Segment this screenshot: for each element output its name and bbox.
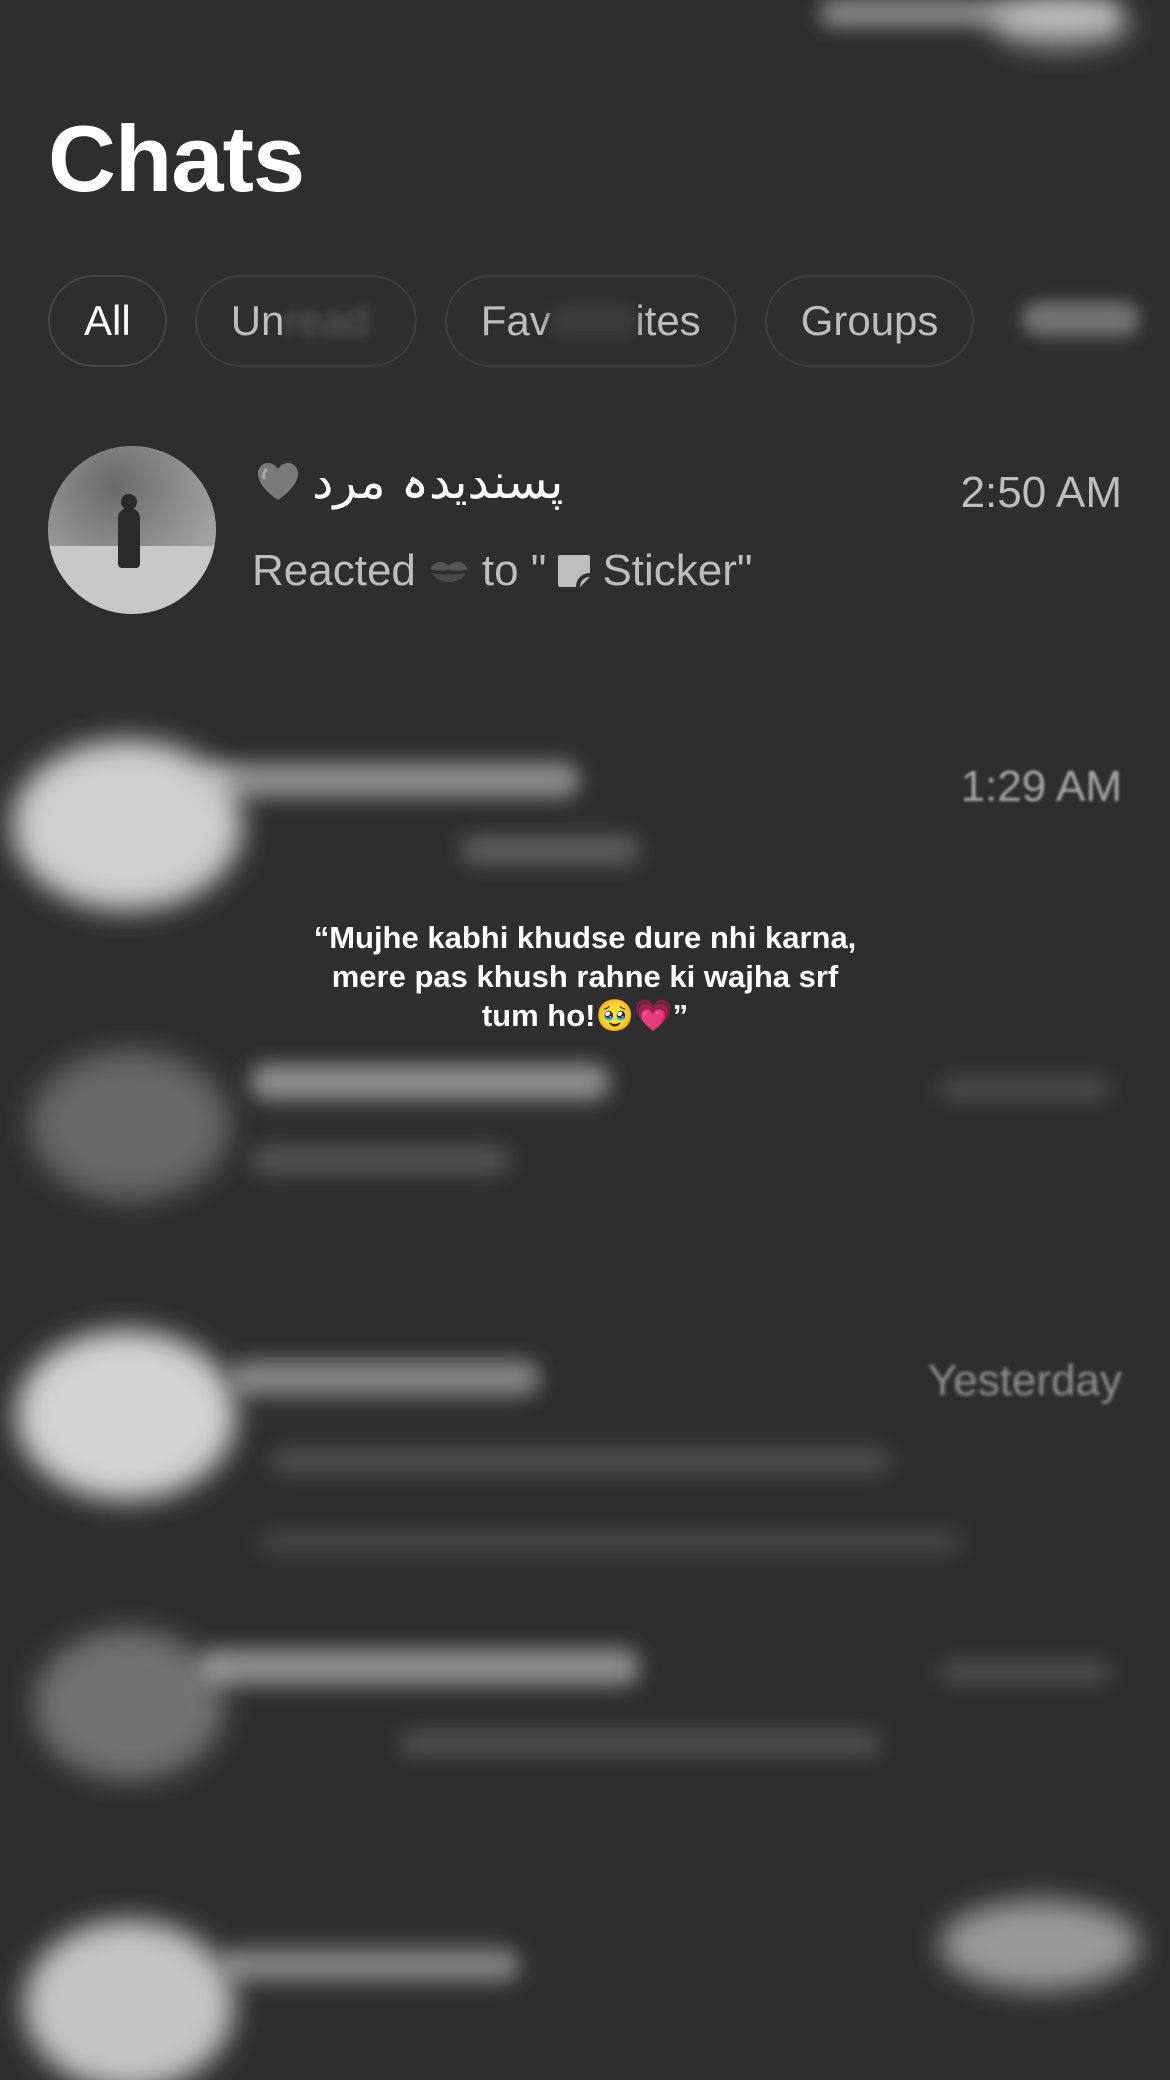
avatar[interactable] [24,1920,234,2080]
preview-text: Sticker" [602,546,753,595]
avatar[interactable] [48,446,216,614]
filter-tabs: All Un read Fav ites Groups [48,275,975,367]
chat-time: Yesterday [927,1356,1122,1405]
preview-text: to " [481,546,547,595]
blurred-fragment [220,1948,520,1982]
blurred-fragment [990,0,1130,48]
chat-preview: Reacted to " Sticker" [252,546,753,596]
avatar[interactable] [34,1630,224,1780]
blurred-fragment [940,1078,1110,1100]
blurred-fragment [250,1064,610,1100]
avatar[interactable] [30,1050,230,1200]
filter-tab-label-obscured: read [284,297,369,344]
quote-line: mere pas khush rahne ki wajha srf [331,959,839,994]
avatar[interactable] [16,1330,236,1500]
avatar-person [118,508,140,568]
filter-tab-unread[interactable]: Un read [194,275,417,367]
chat-list-item[interactable]: پسندیدہ مرد 2:50 AM Reacted to " Sticker… [48,446,1122,614]
blurred-fragment [270,1448,890,1474]
filter-tab-favourites[interactable]: Fav ites [444,275,737,367]
filter-tab-label: All [84,297,131,344]
chat-name-text: پسندیدہ مرد [312,454,564,510]
blurred-fragment [200,1648,640,1686]
overlay-quote: “Mujhe kabhi khudse dure nhi karna, mere… [260,918,910,1035]
blurred-fragment [250,1146,510,1174]
blurred-fragment [260,1530,960,1554]
preview-text: Reacted [252,546,416,595]
blurred-fragment [940,1900,1140,1990]
page-title: Chats [48,106,305,211]
blurred-fragment [460,835,640,865]
chat-time: 1:29 AM [960,762,1122,811]
filter-tab-all[interactable]: All [48,275,167,367]
blurred-fragment [230,1360,540,1396]
filter-tab-label-obscured: ites [635,297,701,344]
blurred-fragment [1022,302,1140,336]
kiss-mark-icon [429,561,468,582]
filter-tab-label: Groups [800,297,939,344]
filter-tab-label: Un [230,297,285,344]
filter-tab-label: Fav [480,297,551,344]
sticker-icon [558,555,591,587]
quote-line: tum ho!🥹💗” [481,998,689,1033]
blurred-fragment [200,762,580,798]
chats-screen: Chats All Unread Favites Groups پسندید [0,0,1170,2080]
chat-name: پسندیدہ مرد [254,454,563,510]
grey-heart-icon [258,463,298,500]
filter-tab-groups[interactable]: Groups [764,275,975,367]
blurred-fragment [940,1660,1110,1684]
chat-time: 2:50 AM [960,468,1122,517]
quote-line: “Mujhe kabhi khudse dure nhi karna, [313,920,857,955]
blurred-fragment [400,1730,880,1756]
blurred-fragment [550,304,636,338]
